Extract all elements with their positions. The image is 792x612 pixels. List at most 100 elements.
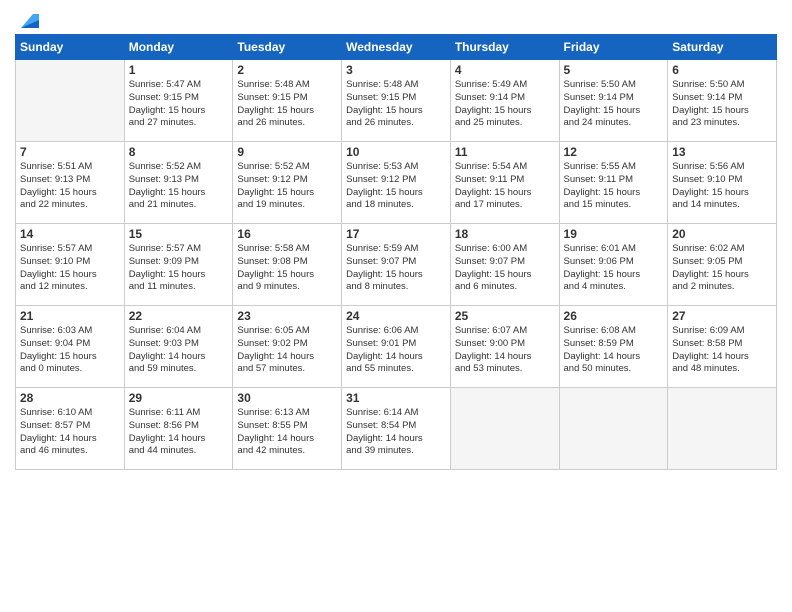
page: SundayMondayTuesdayWednesdayThursdayFrid… <box>0 0 792 612</box>
sun-info: Sunrise: 5:48 AMSunset: 9:15 PMDaylight:… <box>346 79 446 130</box>
day-number: 18 <box>455 227 555 241</box>
day-cell: 7 Sunrise: 5:51 AMSunset: 9:13 PMDaylight… <box>16 142 125 224</box>
sun-info: Sunrise: 5:47 AMSunset: 9:15 PMDaylight:… <box>129 79 229 130</box>
day-number: 24 <box>346 309 446 323</box>
day-cell: 26Sunrise: 6:08 AMSunset: 8:59 PMDayligh… <box>559 306 668 388</box>
sun-info: Sunrise: 6:09 AMSunset: 8:58 PMDaylight:… <box>672 325 772 376</box>
sun-info: Sunrise: 6:06 AMSunset: 9:01 PMDaylight:… <box>346 325 446 376</box>
day-cell: 14Sunrise: 5:57 AMSunset: 9:10 PMDayligh… <box>16 224 125 306</box>
day-cell: 10Sunrise: 5:53 AMSunset: 9:12 PMDayligh… <box>342 142 451 224</box>
day-cell: 15Sunrise: 5:57 AMSunset: 9:09 PMDayligh… <box>124 224 233 306</box>
day-number: 30 <box>237 391 337 405</box>
weekday-friday: Friday <box>559 35 668 60</box>
day-number: 5 <box>564 63 664 77</box>
day-cell: 21 Sunrise: 6:03 AMSunset: 9:04 PMDayligh… <box>16 306 125 388</box>
day-cell: 24 Sunrise: 6:06 AMSunset: 9:01 PMDayligh… <box>342 306 451 388</box>
day-number: 29 <box>129 391 229 405</box>
weekday-header-row: SundayMondayTuesdayWednesdayThursdayFrid… <box>16 35 777 60</box>
day-cell: 29Sunrise: 6:11 AMSunset: 8:56 PMDayligh… <box>124 388 233 470</box>
day-number: 20 <box>672 227 772 241</box>
day-number: 2 <box>237 63 337 77</box>
day-number: 21 <box>20 309 120 323</box>
week-row-5: 28 Sunrise: 6:10 AMSunset: 8:57 PMDayligh… <box>16 388 777 470</box>
sun-info: Sunrise: 5:57 AMSunset: 9:09 PMDaylight:… <box>129 243 229 294</box>
day-cell <box>16 60 125 142</box>
day-number: 23 <box>237 309 337 323</box>
weekday-monday: Monday <box>124 35 233 60</box>
day-cell <box>668 388 777 470</box>
day-cell: 18Sunrise: 6:00 AMSunset: 9:07 PMDayligh… <box>450 224 559 306</box>
sun-info: Sunrise: 5:56 AMSunset: 9:10 PMDaylight:… <box>672 161 772 212</box>
day-cell: 9 Sunrise: 5:52 AMSunset: 9:12 PMDaylight… <box>233 142 342 224</box>
day-number: 25 <box>455 309 555 323</box>
day-cell: 23Sunrise: 6:05 AMSunset: 9:02 PMDayligh… <box>233 306 342 388</box>
header <box>15 10 777 28</box>
day-cell: 8 Sunrise: 5:52 AMSunset: 9:13 PMDaylight… <box>124 142 233 224</box>
sun-info: Sunrise: 6:10 AMSunset: 8:57 PMDaylight:… <box>20 407 120 458</box>
day-number: 9 <box>237 145 337 159</box>
sun-info: Sunrise: 5:49 AMSunset: 9:14 PMDaylight:… <box>455 79 555 130</box>
day-cell: 11 Sunrise: 5:54 AMSunset: 9:11 PMDayligh… <box>450 142 559 224</box>
calendar: SundayMondayTuesdayWednesdayThursdayFrid… <box>15 34 777 470</box>
day-cell: 6 Sunrise: 5:50 AMSunset: 9:14 PMDaylight… <box>668 60 777 142</box>
day-number: 31 <box>346 391 446 405</box>
day-cell: 17Sunrise: 5:59 AMSunset: 9:07 PMDayligh… <box>342 224 451 306</box>
day-number: 11 <box>455 145 555 159</box>
day-number: 3 <box>346 63 446 77</box>
day-number: 26 <box>564 309 664 323</box>
sun-info: Sunrise: 6:07 AMSunset: 9:00 PMDaylight:… <box>455 325 555 376</box>
sun-info: Sunrise: 5:48 AMSunset: 9:15 PMDaylight:… <box>237 79 337 130</box>
weekday-saturday: Saturday <box>668 35 777 60</box>
day-cell: 12 Sunrise: 5:55 AMSunset: 9:11 PMDayligh… <box>559 142 668 224</box>
day-cell: 3 Sunrise: 5:48 AMSunset: 9:15 PMDaylight… <box>342 60 451 142</box>
sun-info: Sunrise: 5:52 AMSunset: 9:13 PMDaylight:… <box>129 161 229 212</box>
sun-info: Sunrise: 6:13 AMSunset: 8:55 PMDaylight:… <box>237 407 337 458</box>
sun-info: Sunrise: 6:14 AMSunset: 8:54 PMDaylight:… <box>346 407 446 458</box>
sun-info: Sunrise: 5:59 AMSunset: 9:07 PMDaylight:… <box>346 243 446 294</box>
day-number: 12 <box>564 145 664 159</box>
logo-icon <box>17 10 39 28</box>
week-row-3: 14Sunrise: 5:57 AMSunset: 9:10 PMDayligh… <box>16 224 777 306</box>
day-cell <box>559 388 668 470</box>
day-cell: 13 Sunrise: 5:56 AMSunset: 9:10 PMDayligh… <box>668 142 777 224</box>
weekday-wednesday: Wednesday <box>342 35 451 60</box>
week-row-2: 7 Sunrise: 5:51 AMSunset: 9:13 PMDaylight… <box>16 142 777 224</box>
day-cell: 30 Sunrise: 6:13 AMSunset: 8:55 PMDayligh… <box>233 388 342 470</box>
day-cell: 31 Sunrise: 6:14 AMSunset: 8:54 PMDayligh… <box>342 388 451 470</box>
day-number: 1 <box>129 63 229 77</box>
day-number: 13 <box>672 145 772 159</box>
sun-info: Sunrise: 5:58 AMSunset: 9:08 PMDaylight:… <box>237 243 337 294</box>
day-number: 10 <box>346 145 446 159</box>
week-row-4: 21 Sunrise: 6:03 AMSunset: 9:04 PMDayligh… <box>16 306 777 388</box>
sun-info: Sunrise: 6:03 AMSunset: 9:04 PMDaylight:… <box>20 325 120 376</box>
weekday-tuesday: Tuesday <box>233 35 342 60</box>
sun-info: Sunrise: 5:51 AMSunset: 9:13 PMDaylight:… <box>20 161 120 212</box>
logo <box>15 10 39 28</box>
day-cell: 22 Sunrise: 6:04 AMSunset: 9:03 PMDayligh… <box>124 306 233 388</box>
day-number: 27 <box>672 309 772 323</box>
day-cell: 16 Sunrise: 5:58 AMSunset: 9:08 PMDayligh… <box>233 224 342 306</box>
sun-info: Sunrise: 6:02 AMSunset: 9:05 PMDaylight:… <box>672 243 772 294</box>
day-cell: 4Sunrise: 5:49 AMSunset: 9:14 PMDaylight… <box>450 60 559 142</box>
day-cell: 5Sunrise: 5:50 AMSunset: 9:14 PMDaylight… <box>559 60 668 142</box>
day-number: 22 <box>129 309 229 323</box>
sun-info: Sunrise: 5:54 AMSunset: 9:11 PMDaylight:… <box>455 161 555 212</box>
day-number: 19 <box>564 227 664 241</box>
sun-info: Sunrise: 6:01 AMSunset: 9:06 PMDaylight:… <box>564 243 664 294</box>
sun-info: Sunrise: 6:04 AMSunset: 9:03 PMDaylight:… <box>129 325 229 376</box>
day-cell: 25 Sunrise: 6:07 AMSunset: 9:00 PMDayligh… <box>450 306 559 388</box>
day-number: 8 <box>129 145 229 159</box>
day-number: 16 <box>237 227 337 241</box>
day-number: 28 <box>20 391 120 405</box>
weekday-thursday: Thursday <box>450 35 559 60</box>
day-number: 7 <box>20 145 120 159</box>
sun-info: Sunrise: 5:50 AMSunset: 9:14 PMDaylight:… <box>672 79 772 130</box>
day-cell: 20 Sunrise: 6:02 AMSunset: 9:05 PMDayligh… <box>668 224 777 306</box>
day-cell: 2 Sunrise: 5:48 AMSunset: 9:15 PMDaylight… <box>233 60 342 142</box>
day-cell: 19 Sunrise: 6:01 AMSunset: 9:06 PMDayligh… <box>559 224 668 306</box>
day-number: 6 <box>672 63 772 77</box>
sun-info: Sunrise: 5:55 AMSunset: 9:11 PMDaylight:… <box>564 161 664 212</box>
day-number: 14 <box>20 227 120 241</box>
sun-info: Sunrise: 5:52 AMSunset: 9:12 PMDaylight:… <box>237 161 337 212</box>
day-cell <box>450 388 559 470</box>
